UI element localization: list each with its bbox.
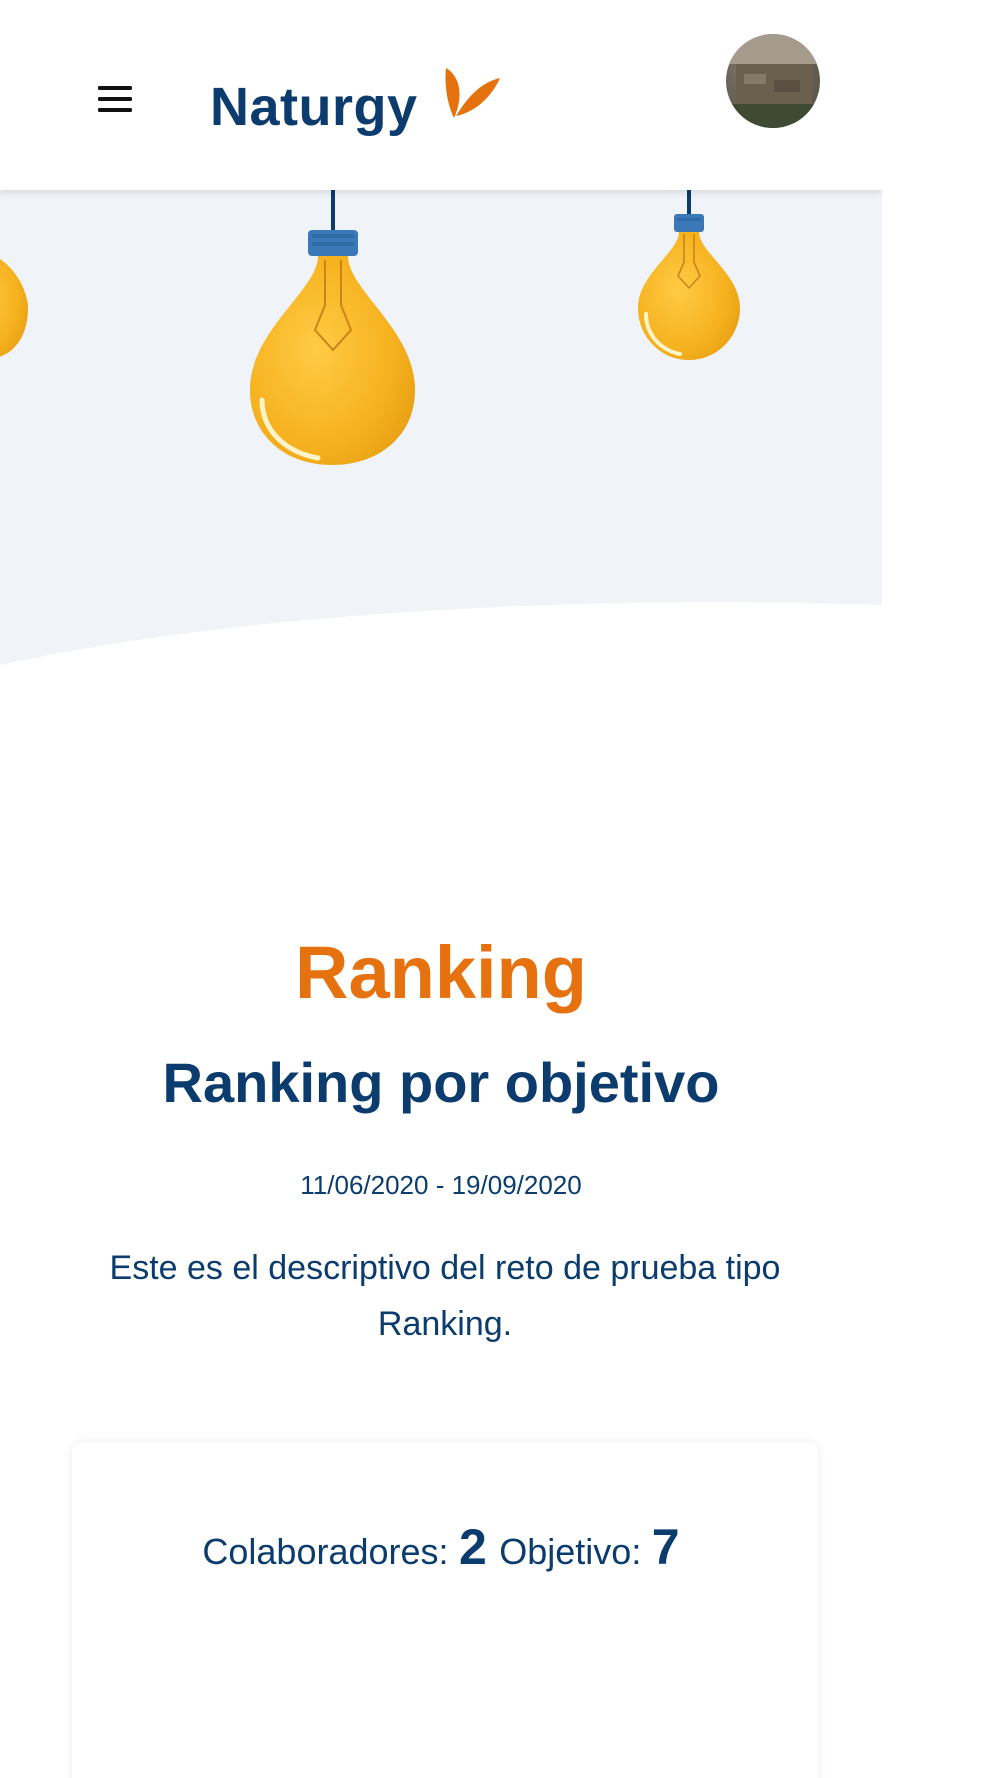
- naturgy-butterfly-icon: [445, 68, 500, 118]
- hamburger-menu-icon[interactable]: [96, 82, 136, 118]
- challenge-dates: 11/06/2020 - 19/09/2020: [300, 1170, 582, 1200]
- app-header: Naturgy: [0, 0, 882, 190]
- collaborators-label: Colaboradores:: [202, 1531, 449, 1572]
- light-bulb-icon: [638, 190, 740, 360]
- stats-card: Colaboradores: 2 Objetivo: 7: [72, 1442, 818, 1778]
- objective-value: 7: [651, 1519, 680, 1575]
- page: Naturgy Ranking Ranking por objetivo 11/…: [0, 0, 882, 1778]
- stats-row: Colaboradores: 2 Objetivo: 7: [72, 1518, 818, 1576]
- naturgy-logo[interactable]: Naturgy: [210, 66, 510, 146]
- challenge-subtitle: Ranking por objetivo: [162, 1051, 720, 1114]
- hero-illustration: [0, 190, 882, 710]
- challenge-description: Este es el descriptivo del reto de prueb…: [109, 1249, 781, 1343]
- page-margin: [882, 0, 1000, 1778]
- logo-text: Naturgy: [210, 77, 418, 137]
- light-bulb-icon: [0, 259, 28, 357]
- light-bulb-icon: [250, 190, 415, 465]
- collaborators-value: 2: [459, 1519, 487, 1575]
- objective-label: Objetivo:: [499, 1531, 642, 1572]
- user-avatar[interactable]: [726, 34, 820, 128]
- page-title: Ranking: [295, 931, 587, 1014]
